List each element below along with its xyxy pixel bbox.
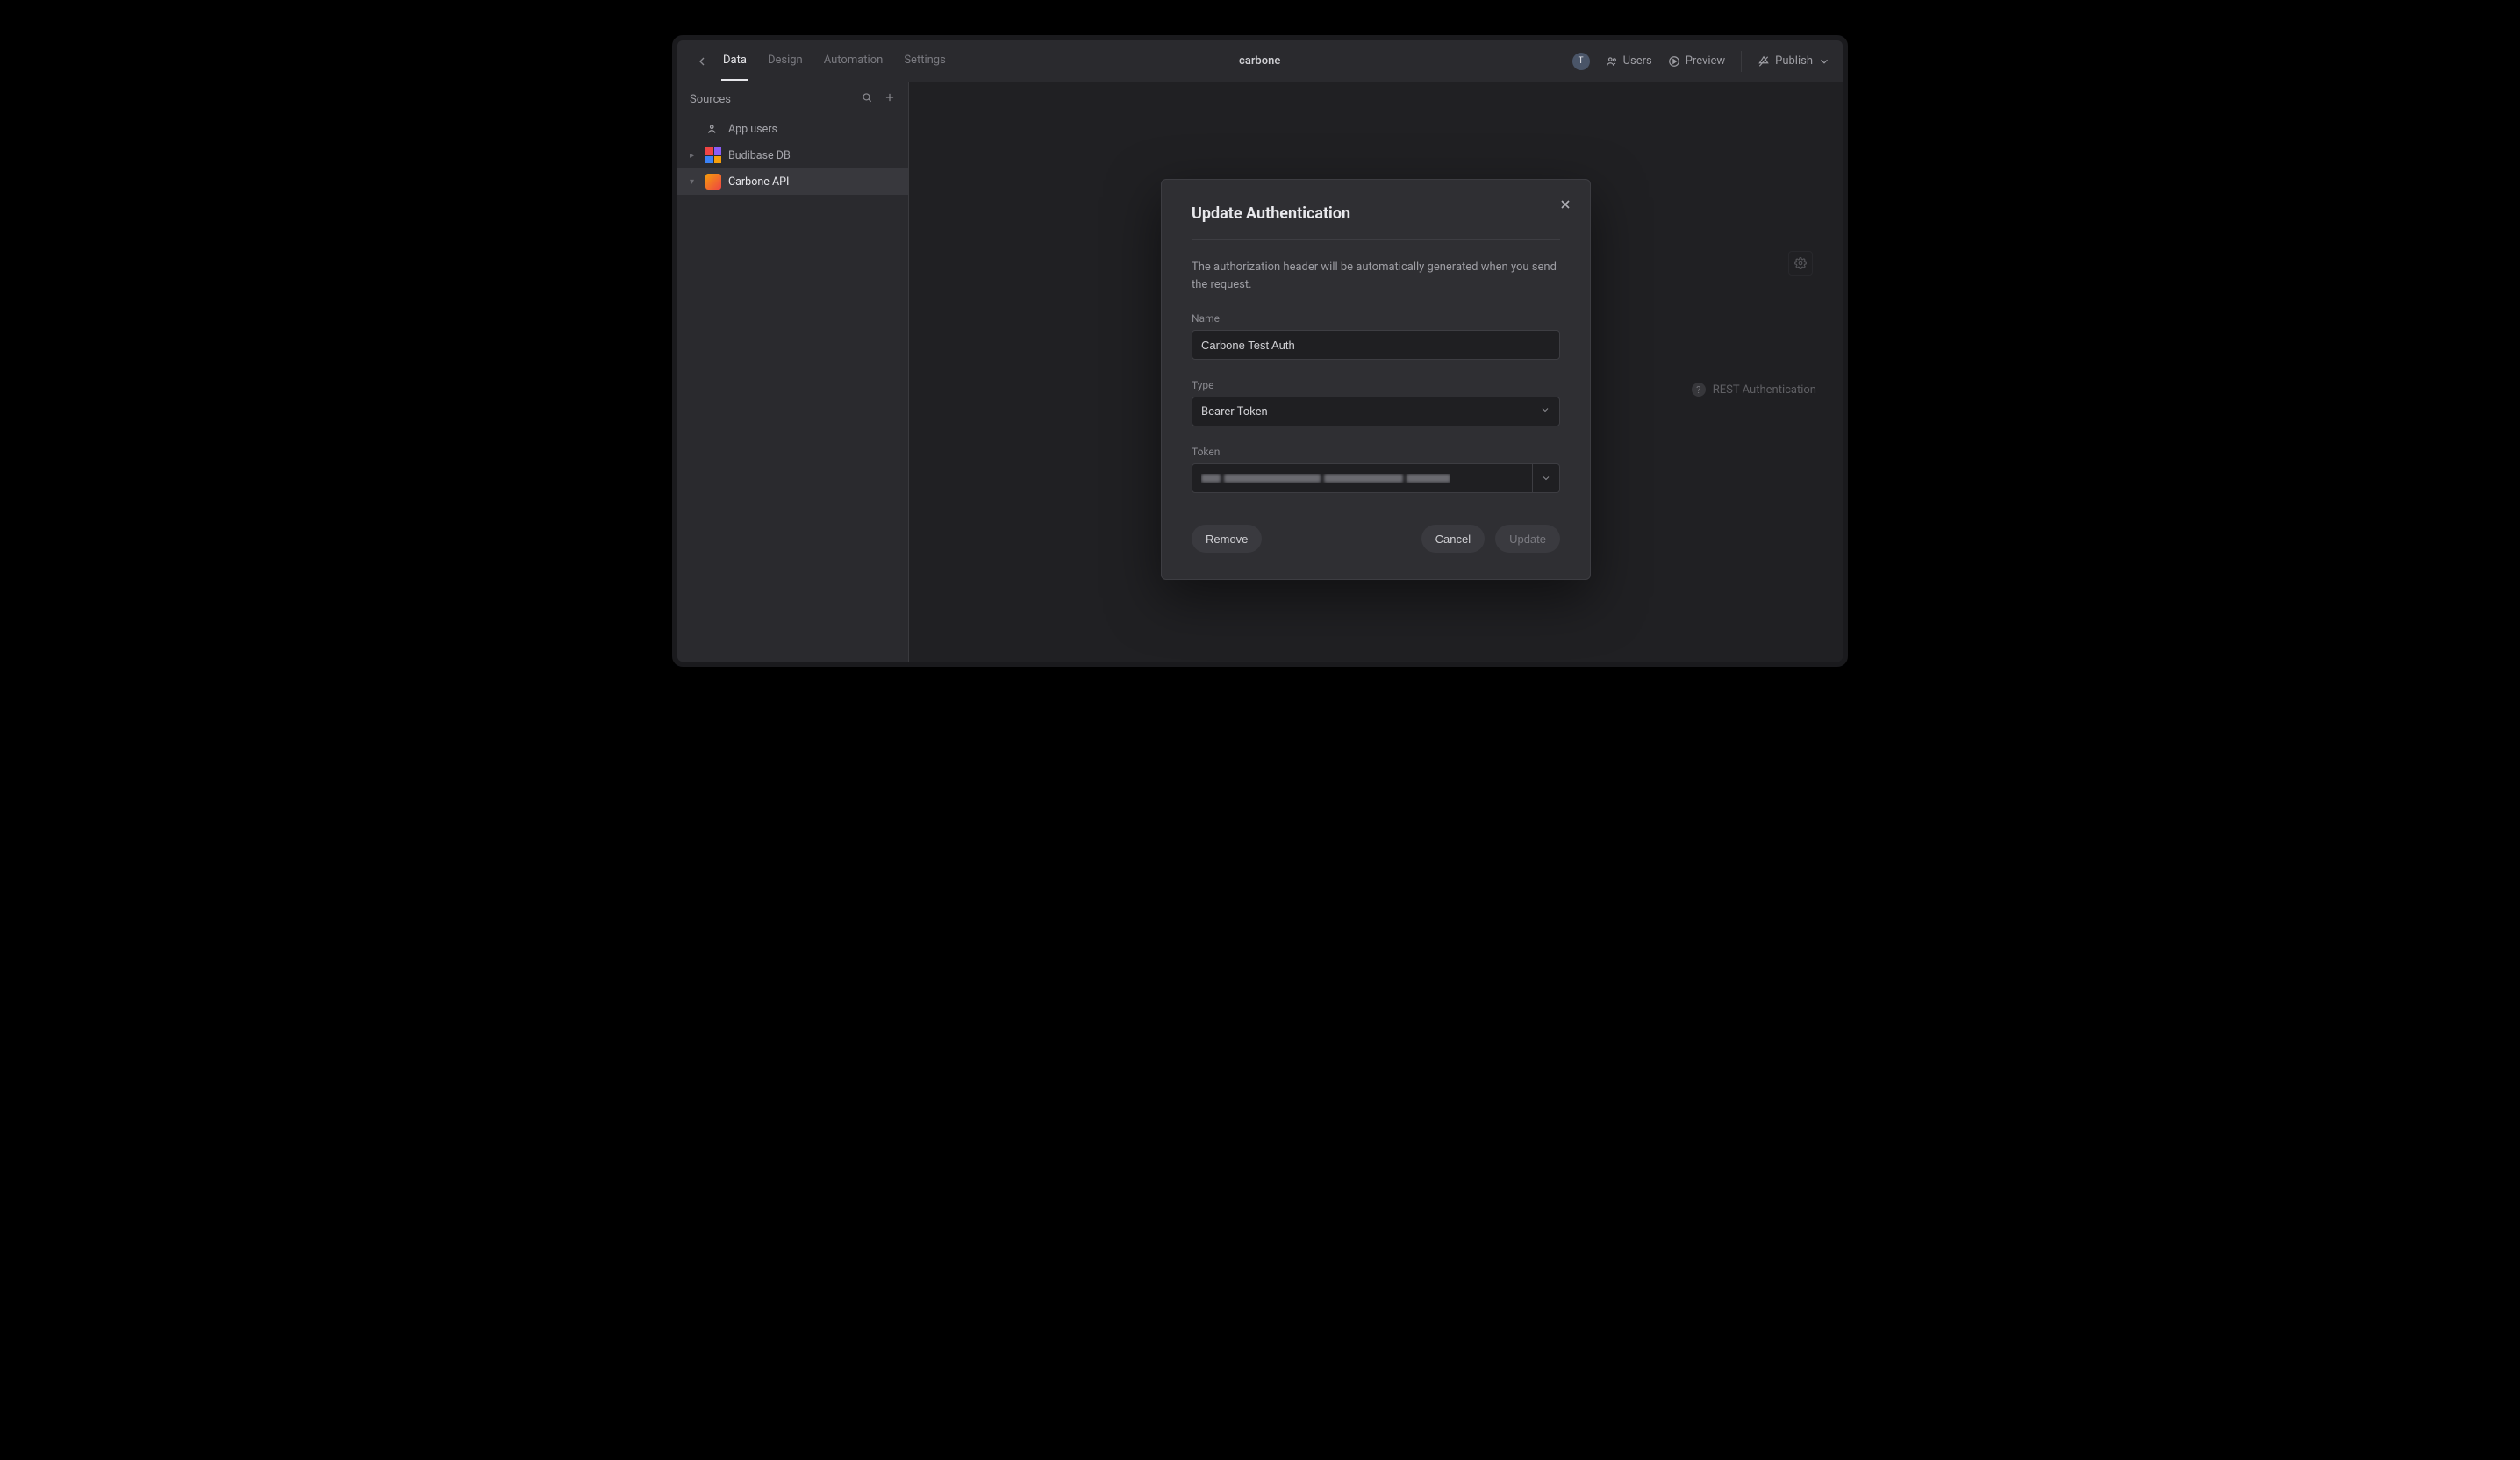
main-panel: ? REST Authentication Update Authenticat… (909, 82, 1843, 662)
sources-header: Sources (677, 82, 908, 116)
chevron-down-icon (1818, 55, 1830, 68)
divider (1741, 51, 1742, 72)
add-source-icon[interactable] (884, 91, 896, 107)
sidebar-item-label: App users (728, 123, 777, 136)
update-button[interactable]: Update (1495, 525, 1560, 553)
chevron-down-icon (1540, 404, 1550, 419)
sidebar: Sources App users ▸ (677, 82, 909, 662)
modal-overlay: Update Authentication The authorization … (909, 82, 1843, 662)
field-token: Token (1192, 446, 1560, 493)
type-value: Bearer Token (1201, 405, 1268, 419)
app-body: Sources App users ▸ (677, 82, 1843, 662)
sidebar-item-label: Carbone API (728, 175, 789, 189)
users-button[interactable]: Users (1606, 54, 1652, 68)
remove-button[interactable]: Remove (1192, 525, 1262, 553)
sidebar-item-budibase-db[interactable]: ▸ Budibase DB (677, 142, 908, 168)
topbar: Data Design Automation Settings carbone … (677, 40, 1843, 82)
tab-automation[interactable]: Automation (822, 41, 885, 81)
modal-actions: Remove Cancel Update (1192, 525, 1560, 553)
avatar[interactable]: T (1572, 53, 1590, 70)
tab-design[interactable]: Design (766, 41, 805, 81)
close-button[interactable] (1557, 196, 1574, 213)
modal-title: Update Authentication (1192, 204, 1560, 223)
token-label: Token (1192, 446, 1560, 458)
preview-label: Preview (1686, 54, 1725, 68)
cancel-button[interactable]: Cancel (1421, 525, 1485, 553)
type-label: Type (1192, 379, 1560, 391)
tab-settings[interactable]: Settings (902, 41, 947, 81)
token-input[interactable] (1192, 463, 1533, 493)
publish-label: Publish (1775, 54, 1813, 68)
modal-description: The authorization header will be automat… (1192, 259, 1560, 293)
field-type: Type Bearer Token (1192, 379, 1560, 426)
modal-divider (1192, 239, 1560, 240)
users-label: Users (1623, 54, 1652, 68)
chevron-down-icon[interactable]: ▾ (690, 177, 698, 187)
topbar-right: T Users Preview Publish (1572, 51, 1830, 72)
back-button[interactable] (690, 54, 714, 68)
budibase-logo-icon (705, 147, 721, 163)
tab-data[interactable]: Data (721, 41, 748, 81)
type-select[interactable]: Bearer Token (1192, 397, 1560, 426)
users-icon (705, 121, 721, 137)
sidebar-item-label: Budibase DB (728, 149, 791, 162)
name-input[interactable] (1192, 330, 1560, 360)
update-auth-modal: Update Authentication The authorization … (1161, 179, 1591, 580)
search-icon[interactable] (861, 91, 873, 107)
app-frame: Data Design Automation Settings carbone … (672, 35, 1848, 667)
name-label: Name (1192, 312, 1560, 325)
token-dropdown-button[interactable] (1533, 463, 1560, 493)
token-masked-value (1201, 474, 1450, 483)
preview-button[interactable]: Preview (1668, 54, 1725, 68)
app-title: carbone (948, 54, 1572, 68)
sidebar-item-carbone-api[interactable]: ▾ Carbone API (677, 168, 908, 195)
field-name: Name (1192, 312, 1560, 360)
publish-button[interactable]: Publish (1758, 54, 1830, 68)
carbone-logo-icon (705, 174, 721, 190)
top-tabs: Data Design Automation Settings (721, 41, 948, 81)
sidebar-item-app-users[interactable]: App users (677, 116, 908, 142)
chevron-right-icon[interactable]: ▸ (690, 151, 698, 161)
sources-title: Sources (690, 93, 731, 106)
